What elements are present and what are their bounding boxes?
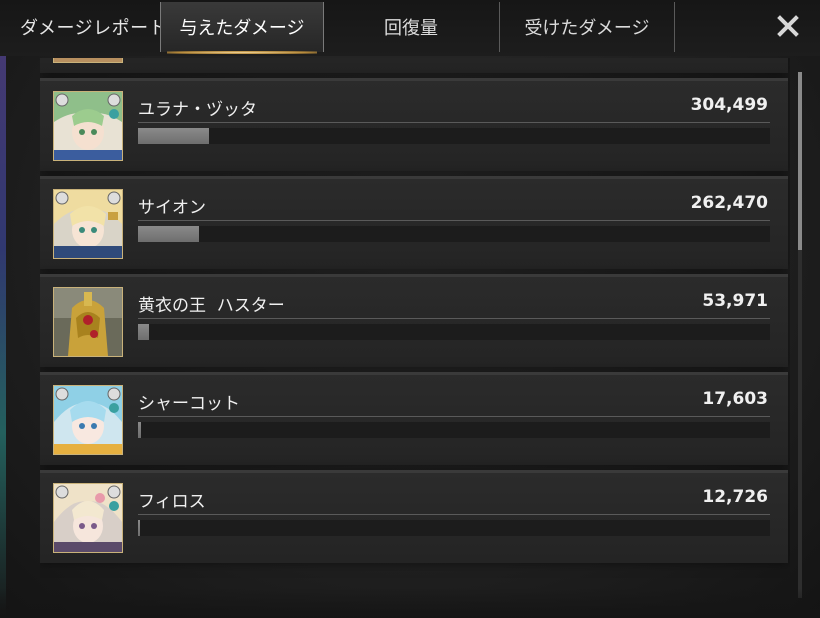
left-edge-glow bbox=[0, 0, 6, 618]
divider bbox=[138, 318, 770, 319]
divider bbox=[138, 514, 770, 515]
scrollbar-thumb[interactable] bbox=[798, 72, 802, 250]
portrait-green-hair-character bbox=[53, 91, 123, 161]
portrait bbox=[53, 58, 123, 63]
window-title: ダメージレポート bbox=[20, 18, 168, 39]
damage-value: 12,726 bbox=[702, 487, 768, 507]
damage-value: 17,603 bbox=[702, 389, 768, 409]
character-name: フィロス bbox=[138, 492, 206, 512]
portrait-golden-king-character bbox=[53, 287, 123, 357]
tab-healing[interactable]: 回復量 bbox=[323, 2, 500, 52]
damage-list: ユラナ・ヅッタ 304,499 サイオン 262,470 黄衣の王 ハスター 5… bbox=[40, 58, 790, 618]
header-bar: ダメージレポート 与えたダメージ 回復量 受けたダメージ bbox=[0, 0, 820, 56]
bottom-fade bbox=[0, 588, 820, 618]
damage-bar-track bbox=[138, 226, 770, 242]
damage-value: 53,971 bbox=[702, 291, 768, 311]
portrait-blonde-hair-character bbox=[53, 189, 123, 259]
close-icon bbox=[777, 15, 799, 37]
divider bbox=[138, 122, 770, 123]
portrait-light-blue-hair-character bbox=[53, 385, 123, 455]
divider bbox=[138, 220, 770, 221]
tab-label: 受けたダメージ bbox=[524, 18, 650, 39]
tab-damage-taken[interactable]: 受けたダメージ bbox=[500, 2, 675, 52]
damage-bar-fill bbox=[138, 324, 149, 340]
list-item[interactable]: フィロス 12,726 bbox=[40, 470, 788, 563]
tab-label: 回復量 bbox=[384, 18, 438, 39]
damage-bar-track bbox=[138, 422, 770, 438]
damage-value: 262,470 bbox=[690, 193, 768, 213]
list-item[interactable]: シャーコット 17,603 bbox=[40, 372, 788, 465]
damage-bar-track bbox=[138, 520, 770, 536]
list-item[interactable]: ユラナ・ヅッタ 304,499 bbox=[40, 78, 788, 171]
character-name: シャーコット bbox=[138, 394, 240, 414]
tab-label: 与えたダメージ bbox=[179, 18, 305, 39]
character-name: 黄衣の王 ハスター bbox=[138, 296, 285, 316]
list-item[interactable]: 黄衣の王 ハスター 53,971 bbox=[40, 274, 788, 367]
damage-bar-track bbox=[138, 324, 770, 340]
list-item[interactable]: サイオン 262,470 bbox=[40, 176, 788, 269]
damage-bar-fill bbox=[138, 128, 209, 144]
damage-bar-fill bbox=[138, 226, 199, 242]
character-name: ユラナ・ヅッタ bbox=[138, 100, 257, 120]
tab-damage-dealt[interactable]: 与えたダメージ bbox=[160, 2, 324, 54]
damage-bar-fill bbox=[138, 520, 140, 536]
list-item bbox=[40, 58, 788, 73]
portrait-pale-blonde-hair-character bbox=[53, 483, 123, 553]
close-button[interactable] bbox=[774, 12, 802, 40]
damage-bar-fill bbox=[138, 422, 141, 438]
divider bbox=[138, 416, 770, 417]
damage-report-window: ダメージレポート 与えたダメージ 回復量 受けたダメージ ユラナ・ヅッタ 304… bbox=[0, 0, 820, 618]
damage-value: 304,499 bbox=[690, 95, 768, 115]
character-name: サイオン bbox=[138, 198, 206, 218]
damage-bar-track bbox=[138, 128, 770, 144]
